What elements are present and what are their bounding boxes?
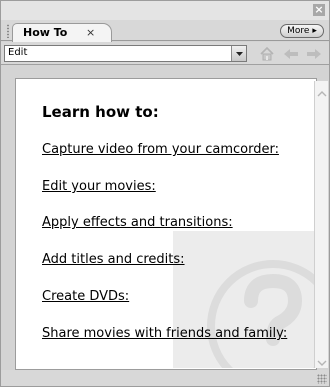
tab-close-icon[interactable]: × [86,26,95,39]
forward-arrow-icon[interactable] [305,45,323,63]
link-share-movies[interactable]: Share movies with friends and family: [42,326,287,341]
toolbar: Edit [1,42,329,65]
learn-heading: Learn how to: [42,103,159,121]
scroll-up-icon[interactable] [317,84,327,97]
resize-grip-icon[interactable] [317,374,327,384]
tab-row: How To × More ▸ [1,20,329,42]
topic-select-value: Edit [8,47,28,58]
home-icon[interactable] [258,45,276,63]
vertical-scrollbar[interactable] [314,81,328,368]
dropdown-arrow-icon[interactable] [231,46,246,61]
link-add-titles[interactable]: Add titles and credits: [42,252,185,267]
topic-select[interactable]: Edit [4,45,247,62]
link-apply-effects[interactable]: Apply effects and transitions: [42,215,233,230]
panel-title-strip: × [1,1,329,20]
panel-close-button[interactable]: × [313,4,325,16]
link-capture-video[interactable]: Capture video from your camcorder: [42,142,279,157]
how-to-panel: × How To × More ▸ Edit Learn how to: Cap… [0,0,330,387]
question-mark-icon [173,231,314,368]
more-button[interactable]: More ▸ [280,24,324,38]
content-area: Learn how to: Capture video from your ca… [18,81,314,368]
link-create-dvds[interactable]: Create DVDs: [42,289,129,304]
tab-label: How To [23,26,68,39]
back-arrow-icon[interactable] [282,45,300,63]
status-bar [1,370,329,386]
tab-how-to[interactable]: How To × [12,23,112,42]
scroll-down-icon[interactable] [317,353,327,366]
link-edit-movies[interactable]: Edit your movies: [42,179,156,194]
drag-grip-icon[interactable] [6,24,10,38]
